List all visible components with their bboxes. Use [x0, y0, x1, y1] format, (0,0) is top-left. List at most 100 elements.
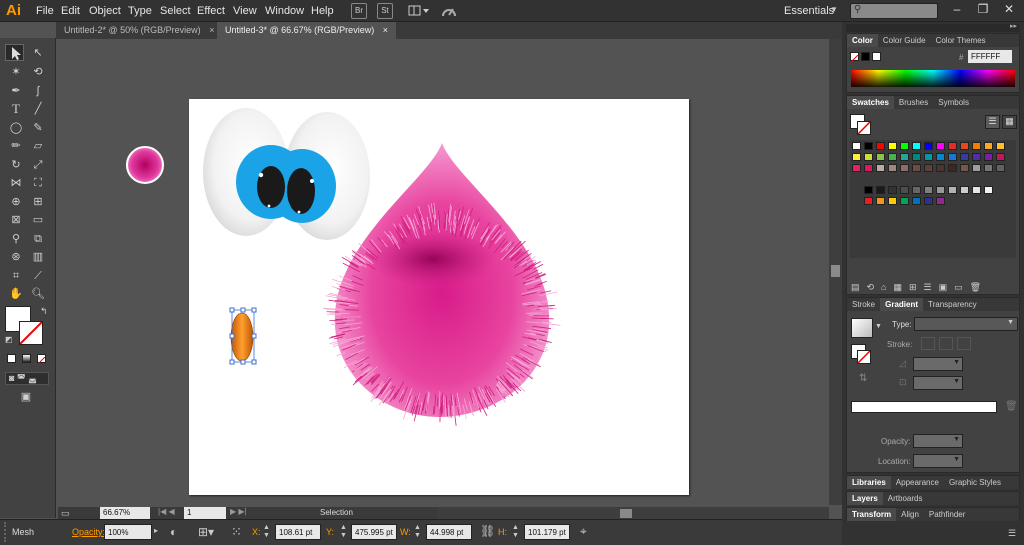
tab-transparency[interactable]: Transparency: [923, 298, 982, 311]
gray-swatch[interactable]: [936, 186, 945, 194]
tab-layers[interactable]: Layers: [847, 492, 883, 505]
tab-swatches[interactable]: Swatches: [847, 96, 894, 109]
color-swatch[interactable]: [936, 153, 945, 161]
stop-opacity-dropdown[interactable]: ▼: [913, 434, 963, 448]
artboard[interactable]: [189, 99, 689, 495]
drawing-modes-icon[interactable]: ◙ ◚ ◛: [5, 372, 49, 385]
tab-color-guide[interactable]: Color Guide: [878, 34, 931, 47]
lasso-tool-icon[interactable]: ⟲: [30, 64, 46, 80]
color-swatch[interactable]: [876, 153, 885, 161]
color-none-icon[interactable]: [850, 52, 859, 63]
tab-transform[interactable]: Transform: [847, 508, 897, 521]
x-stepper-icon[interactable]: ▲ ▼: [263, 524, 270, 540]
hex-input[interactable]: FFFFFF: [968, 50, 1012, 63]
color-swatch[interactable]: [972, 164, 981, 172]
symbol-sprayer-tool-icon[interactable]: ⊛: [8, 249, 24, 265]
artboard-next-icons[interactable]: ▶ ▶|: [230, 507, 247, 516]
stroke-along-icon[interactable]: [939, 337, 953, 350]
color-swatch[interactable]: [912, 153, 921, 161]
swatch-stroke-indicator[interactable]: [857, 121, 871, 135]
gray-swatch[interactable]: [948, 186, 957, 194]
workspace-switcher[interactable]: Essentials: [784, 5, 834, 17]
gray-swatch[interactable]: [900, 186, 909, 194]
color-swatch[interactable]: [996, 164, 1005, 172]
menu-window[interactable]: Window: [265, 5, 304, 17]
color-swatch[interactable]: [924, 164, 933, 172]
h-field[interactable]: 101.179 pt: [524, 524, 570, 540]
screen-mode-icon[interactable]: ▣: [18, 389, 34, 405]
opacity-label[interactable]: Opacity:: [72, 527, 105, 537]
bright-swatch[interactable]: [912, 197, 921, 205]
color-swatch[interactable]: [960, 164, 969, 172]
color-swatch[interactable]: [876, 142, 885, 150]
gray-swatch[interactable]: [972, 186, 981, 194]
pencil-tool-icon[interactable]: ✏: [8, 138, 24, 154]
artboard-prev-icons[interactable]: |◀ ◀: [158, 507, 175, 516]
menu-object[interactable]: Object: [89, 5, 121, 17]
tab-pathfinder[interactable]: Pathfinder: [924, 508, 970, 521]
color-swatch[interactable]: [888, 142, 897, 150]
color-swatch[interactable]: [864, 142, 873, 150]
hand-tool-icon[interactable]: ✋: [8, 286, 24, 302]
menu-edit[interactable]: Edit: [61, 5, 80, 17]
delete-stop-icon[interactable]: 🗑︎: [1005, 401, 1018, 412]
restore-icon[interactable]: ❐: [976, 2, 990, 18]
color-swatch[interactable]: [864, 153, 873, 161]
swatches-footer-icons[interactable]: ▤⟲⌂▦⊞☰▣▭🗑︎: [851, 282, 988, 293]
gradient-type-dropdown[interactable]: ▼: [914, 317, 1018, 331]
w-field[interactable]: 44.998 pt: [426, 524, 472, 540]
menu-effect[interactable]: Effect: [197, 5, 225, 17]
opacity-field[interactable]: 100%: [104, 524, 152, 540]
chevron-down-icon[interactable]: ▼: [830, 5, 838, 14]
stroke-across-icon[interactable]: [957, 337, 971, 350]
horizontal-scroll-thumb[interactable]: [620, 509, 632, 518]
constrain-proportions-icon[interactable]: ⛓: [480, 524, 495, 538]
tab-brushes[interactable]: Brushes: [894, 96, 933, 109]
gray-swatch[interactable]: [888, 186, 897, 194]
default-colors-icon[interactable]: ◩: [5, 335, 13, 344]
gpu-performance-icon[interactable]: [440, 3, 458, 19]
color-swatch[interactable]: [900, 153, 909, 161]
bright-swatch[interactable]: [936, 197, 945, 205]
reverse-gradient-icon[interactable]: ⇅: [859, 373, 867, 384]
gray-swatch[interactable]: [960, 186, 969, 194]
bridge-button[interactable]: Br: [351, 3, 367, 19]
reference-point-icon[interactable]: ⊞▾: [198, 525, 214, 539]
color-swatch[interactable]: [984, 142, 993, 150]
tab-color[interactable]: Color: [847, 34, 878, 47]
color-swatch[interactable]: [960, 153, 969, 161]
stroke-swatch[interactable]: [19, 321, 43, 345]
perspective-grid-tool-icon[interactable]: ⊞: [30, 194, 46, 210]
zoom-field[interactable]: 66.67%: [100, 507, 150, 519]
tab-gradient[interactable]: Gradient: [880, 298, 924, 311]
color-swatch[interactable]: [996, 153, 1005, 161]
color-swatch[interactable]: [948, 142, 957, 150]
eraser-tool-icon[interactable]: ▱: [30, 138, 46, 154]
recolor-artwork-icon[interactable]: ◐: [170, 525, 177, 539]
color-swatch[interactable]: [972, 153, 981, 161]
h-stepper-icon[interactable]: ▲ ▼: [512, 524, 519, 540]
selection-tool-icon[interactable]: [5, 44, 24, 61]
free-transform-tool-icon[interactable]: ⛶: [30, 175, 46, 191]
color-swatch[interactable]: [912, 142, 921, 150]
color-swatch[interactable]: [852, 142, 861, 150]
color-swatch[interactable]: [984, 153, 993, 161]
color-swatch[interactable]: [900, 142, 909, 150]
color-swatch[interactable]: [960, 142, 969, 150]
color-swatch[interactable]: [936, 164, 945, 172]
mesh-tool-icon[interactable]: ⊠: [8, 212, 24, 228]
scale-tool-icon[interactable]: ⤢: [30, 157, 46, 173]
color-swatch[interactable]: [936, 142, 945, 150]
paintbrush-tool-icon[interactable]: ✎: [30, 120, 46, 136]
arrange-documents-icon[interactable]: [408, 4, 430, 18]
color-black-swatch[interactable]: [861, 52, 870, 61]
color-swatch[interactable]: [900, 164, 909, 172]
tab-appearance[interactable]: Appearance: [891, 476, 944, 489]
none-mode-icon[interactable]: [37, 354, 46, 365]
color-swatch[interactable]: [984, 164, 993, 172]
line-tool-icon[interactable]: ╱: [30, 101, 46, 117]
panel-menu-icon[interactable]: ☰: [1008, 528, 1016, 539]
menu-help[interactable]: Help: [311, 5, 334, 17]
color-spectrum[interactable]: [851, 70, 1015, 87]
bright-swatch[interactable]: [924, 197, 933, 205]
